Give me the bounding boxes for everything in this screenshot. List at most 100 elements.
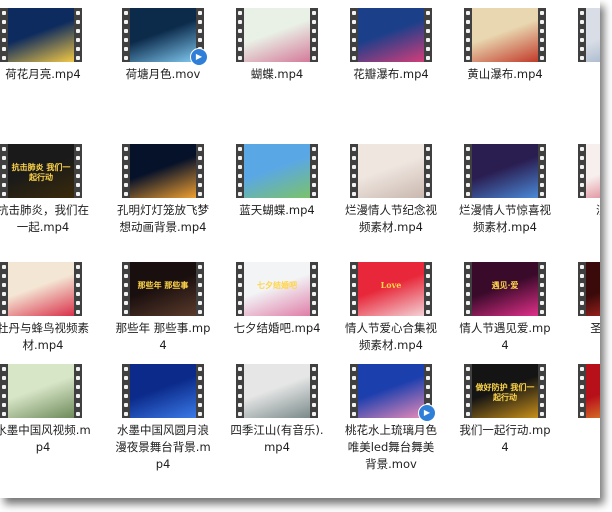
file-item[interactable]: ▶ 桃花水上琉璃月色唯美led舞台舞美背景.mov xyxy=(342,358,452,486)
file-name-label: 圣诞节视频 xyxy=(590,321,600,335)
file-item[interactable]: 四季江山(有音乐).mp4 xyxy=(228,358,338,486)
file-item[interactable]: 黄山瀑布.mp4 xyxy=(456,2,566,130)
video-file-icon xyxy=(350,8,432,62)
file-name-label: 水墨中国风视频.mp4 xyxy=(0,423,91,454)
video-file-icon: 做好防护 我们一起行动 xyxy=(464,364,546,418)
video-thumbnail[interactable]: 七夕结婚吧 xyxy=(236,262,318,316)
file-name-label: 桃花水上琉璃月色唯美led舞台舞美背景.mov xyxy=(345,423,437,471)
file-item[interactable]: 蝴蝶.mp4 xyxy=(228,2,338,130)
file-name-label: 四季江山(有音乐).mp4 xyxy=(230,423,324,454)
video-file-icon xyxy=(578,262,600,316)
file-item[interactable]: 花瓣瀑布.mp4 xyxy=(342,2,452,130)
video-thumbnail[interactable]: Love xyxy=(350,262,432,316)
file-item[interactable]: 水墨中国风视频.mp4 xyxy=(0,358,110,486)
thumbnail-image: 抗击肺炎 我们一起行动 xyxy=(8,144,74,198)
video-file-icon xyxy=(350,144,432,198)
video-file-icon xyxy=(578,8,600,62)
video-file-icon: 抗击肺炎 我们一起行动 xyxy=(0,144,82,198)
video-file-icon xyxy=(0,262,82,316)
file-item[interactable]: 荷花月亮.mp4 xyxy=(0,2,110,130)
file-name-label: 情人节遇见爱.mp4 xyxy=(459,321,551,352)
file-item[interactable]: 浪漫玫瑰 xyxy=(570,138,600,266)
video-file-icon xyxy=(122,144,204,198)
file-name-label: 浪漫玫瑰 xyxy=(570,202,600,219)
file-name-label: 蝴蝶.mp4 xyxy=(250,67,304,81)
file-name-label: 婚礼 xyxy=(570,66,600,83)
video-thumbnail[interactable] xyxy=(350,8,432,62)
play-overlay-icon: ▶ xyxy=(418,404,436,422)
video-thumbnail[interactable] xyxy=(464,144,546,198)
thumbnail-image: 做好防护 我们一起行动 xyxy=(472,364,538,418)
thumbnail-image: 七夕结婚吧 xyxy=(244,262,310,316)
video-thumbnail[interactable] xyxy=(464,8,546,62)
thumbnail-caption: 七夕结婚吧 xyxy=(257,280,297,290)
video-file-icon xyxy=(464,144,546,198)
video-thumbnail[interactable] xyxy=(236,144,318,198)
video-file-icon xyxy=(578,144,600,198)
file-name-label: 七夕结婚吧.mp4 xyxy=(233,321,321,335)
video-thumbnail[interactable] xyxy=(0,8,82,62)
video-thumbnail[interactable]: ▶ xyxy=(122,8,208,66)
thumbnail-caption: Love xyxy=(380,280,402,290)
thumbnail-image xyxy=(358,144,424,198)
video-file-icon: 遇见·爱 xyxy=(464,262,546,316)
video-thumbnail[interactable]: 做好防护 我们一起行动 xyxy=(464,364,546,418)
video-thumbnail[interactable] xyxy=(578,8,600,62)
thumbnail-image xyxy=(472,144,538,198)
video-file-icon xyxy=(464,8,546,62)
video-thumbnail[interactable]: ▶ xyxy=(350,364,436,422)
video-thumbnail[interactable]: 那些年 那些事 xyxy=(122,262,204,316)
video-file-icon xyxy=(0,8,82,62)
video-file-icon: 那些年 那些事 xyxy=(122,262,204,316)
thumbnail-image xyxy=(358,364,424,418)
thumbnail-image xyxy=(586,262,600,316)
play-overlay-icon: ▶ xyxy=(190,48,208,66)
file-name-label: 蓝天蝴蝶.mp4 xyxy=(239,203,315,217)
file-item[interactable]: 新春倒 xyxy=(570,358,600,486)
thumbnail-image xyxy=(244,8,310,62)
video-thumbnail[interactable] xyxy=(578,364,600,418)
file-item[interactable]: 做好防护 我们一起行动我们一起行动.mp4 xyxy=(456,358,566,486)
file-name-label: 新春倒 xyxy=(570,422,600,439)
thumbnail-image xyxy=(358,8,424,62)
file-name-label: 那些年 那些事.mp4 xyxy=(115,321,211,352)
file-name-label: 花瓣瀑布.mp4 xyxy=(353,67,429,81)
video-thumbnail[interactable] xyxy=(0,364,82,418)
thumbnail-image: 那些年 那些事 xyxy=(130,262,196,316)
file-name-label: 烂漫情人节惊喜视频素材.mp4 xyxy=(459,203,551,234)
file-item[interactable]: 蓝天蝴蝶.mp4 xyxy=(228,138,338,266)
video-thumbnail[interactable]: 遇见·爱 xyxy=(464,262,546,316)
file-name-label: 黄山瀑布.mp4 xyxy=(467,67,543,81)
file-name-label: 水墨中国风圆月浪漫夜景舞台背景.mp4 xyxy=(115,423,211,471)
file-name-label: 我们一起行动.mp4 xyxy=(459,423,551,454)
file-item[interactable]: 烂漫情人节纪念视频素材.mp4 xyxy=(342,138,452,266)
file-item[interactable]: 水墨中国风圆月浪漫夜景舞台背景.mp4 xyxy=(114,358,224,486)
thumbnail-image xyxy=(130,144,196,198)
thumbnail-image: 遇见·爱 xyxy=(472,262,538,316)
video-thumbnail[interactable] xyxy=(578,144,600,198)
file-item[interactable]: 抗击肺炎 我们一起行动 抗击肺炎，我们在一起.mp4 xyxy=(0,138,110,266)
thumbnail-image xyxy=(586,144,600,198)
video-thumbnail[interactable] xyxy=(236,364,318,418)
file-item[interactable]: ▶ 荷塘月色.mov xyxy=(114,2,224,130)
video-thumbnail[interactable] xyxy=(350,144,432,198)
thumbnail-image xyxy=(130,8,196,62)
file-name-label: 情人节爱心合集视频素材.mp4 xyxy=(345,321,437,352)
video-thumbnail[interactable]: 抗击肺炎 我们一起行动 xyxy=(0,144,82,198)
file-name-label: 牡丹与蜂鸟视频素材.mp4 xyxy=(0,321,89,352)
video-thumbnail[interactable] xyxy=(122,364,204,418)
thumbnail-image xyxy=(8,8,74,62)
file-item[interactable]: 婚礼 xyxy=(570,2,600,130)
video-thumbnail[interactable] xyxy=(578,262,600,316)
thumbnail-image xyxy=(8,262,74,316)
thumbnail-image: Love xyxy=(358,262,424,316)
thumbnail-image xyxy=(130,364,196,418)
thumbnail-caption: 做好防护 我们一起行动 xyxy=(475,382,535,402)
file-item[interactable]: 孔明灯灯笼放飞梦想动画背景.mp4 xyxy=(114,138,224,266)
video-thumbnail[interactable] xyxy=(0,262,82,316)
video-thumbnail[interactable] xyxy=(122,144,204,198)
file-name-label: 荷花月亮.mp4 xyxy=(5,67,81,81)
video-file-icon xyxy=(236,8,318,62)
video-thumbnail[interactable] xyxy=(236,8,318,62)
file-item[interactable]: 烂漫情人节惊喜视频素材.mp4 xyxy=(456,138,566,266)
